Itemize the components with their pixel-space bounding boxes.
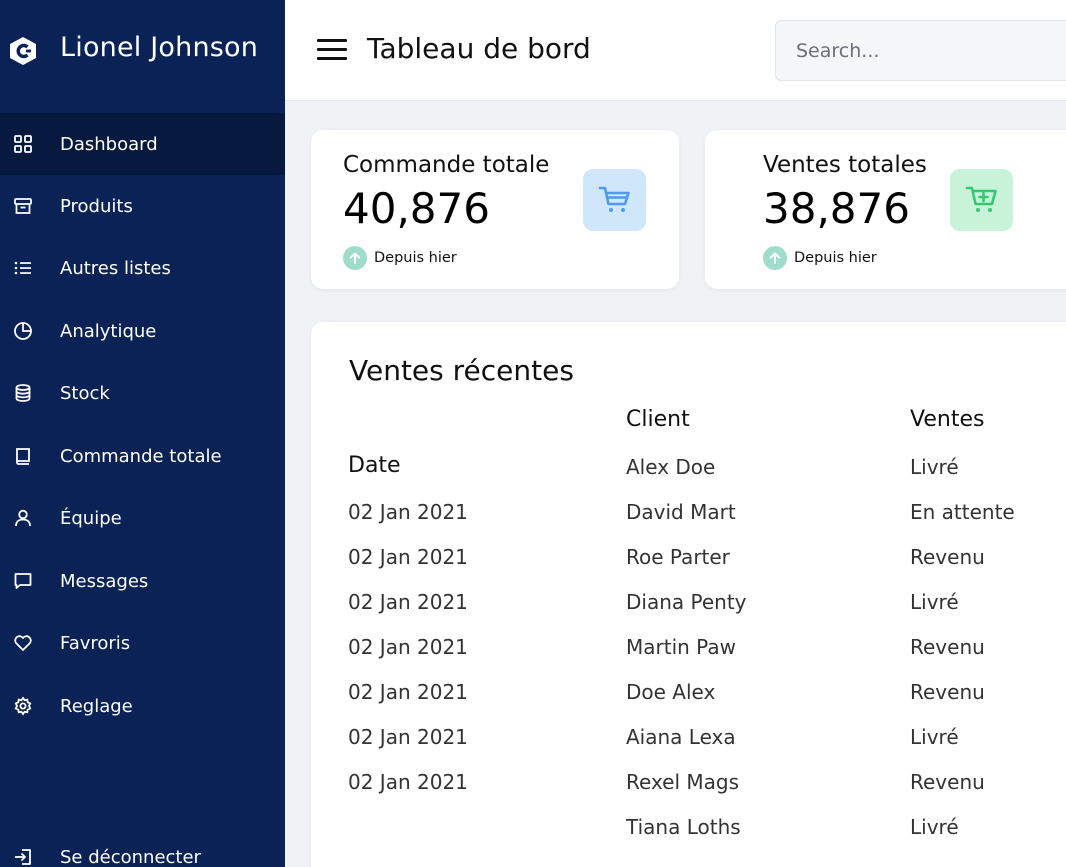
- cart-icon: [583, 169, 646, 231]
- status-cell: En attente: [910, 500, 1015, 524]
- arrow-up-icon: [343, 246, 367, 270]
- book-icon: [12, 445, 34, 467]
- date-cell: 02 Jan 2021: [348, 500, 468, 524]
- sidebar-item-autres-listes[interactable]: Autres listes: [0, 237, 285, 299]
- sidebar-item-produits[interactable]: Produits: [0, 175, 285, 237]
- heart-icon: [12, 632, 34, 654]
- arrow-up-icon: [763, 246, 787, 270]
- logout-label: Se déconnecter: [60, 846, 201, 867]
- status-cell: Livré: [910, 455, 959, 479]
- stat-trend-label: Depuis hier: [794, 250, 877, 266]
- sidebar-item-label: Dashboard: [60, 133, 158, 155]
- recent-sales-card: Ventes récentes Date Client Ventes 02 Ja…: [311, 322, 1066, 867]
- sidebar-item-label: Autres listes: [60, 257, 171, 279]
- recent-sales-title: Ventes récentes: [349, 354, 574, 387]
- client-cell: Doe Alex: [626, 680, 716, 704]
- menu-toggle-icon[interactable]: [317, 37, 349, 63]
- pie-chart-icon: [12, 320, 34, 342]
- top-header: Tableau de bord: [285, 0, 1066, 101]
- status-cell: Revenu: [910, 545, 985, 569]
- sidebar-item-commande-totale[interactable]: Commande totale: [0, 425, 285, 487]
- brand[interactable]: Lionel Johnson: [0, 0, 285, 100]
- cart-plus-icon: [950, 169, 1013, 231]
- column-header-date: Date: [348, 453, 401, 478]
- date-cell: 02 Jan 2021: [348, 770, 468, 794]
- message-icon: [12, 570, 34, 592]
- page-title: Tableau de bord: [367, 32, 591, 65]
- sidebar-item-equipe[interactable]: Équipe: [0, 487, 285, 549]
- search-input[interactable]: [775, 20, 1066, 81]
- client-cell: Alex Doe: [626, 455, 716, 479]
- sidebar-item-label: Reglage: [60, 695, 133, 717]
- sidebar-item-stock[interactable]: Stock: [0, 362, 285, 424]
- archive-box-icon: [12, 195, 34, 217]
- gear-icon: [12, 695, 34, 717]
- list-icon: [12, 257, 34, 279]
- sidebar-item-label: Produits: [60, 195, 133, 217]
- date-cell: 02 Jan 2021: [348, 545, 468, 569]
- sidebar-item-label: Équipe: [60, 507, 122, 529]
- status-cell: Revenu: [910, 635, 985, 659]
- status-cell: Revenu: [910, 680, 985, 704]
- column-header-sales: Ventes: [910, 407, 985, 432]
- client-cell: Aiana Lexa: [626, 725, 736, 749]
- client-cell: Martin Paw: [626, 635, 736, 659]
- client-cell: David Mart: [626, 500, 736, 524]
- database-icon: [12, 382, 34, 404]
- sidebar-item-label: Analytique: [60, 320, 157, 342]
- brand-name: Lionel Johnson: [60, 32, 259, 63]
- date-cell: 02 Jan 2021: [348, 635, 468, 659]
- stat-title: Commande totale: [343, 152, 550, 178]
- client-cell: Diana Penty: [626, 590, 747, 614]
- client-cell: Tiana Loths: [626, 815, 741, 839]
- stat-trend: Depuis hier: [763, 246, 877, 270]
- brand-logo-icon: [10, 37, 36, 65]
- status-cell: Livré: [910, 590, 959, 614]
- sidebar-item-favroris[interactable]: Favroris: [0, 612, 285, 674]
- client-cell: Rexel Mags: [626, 770, 740, 794]
- sidebar-item-label: Favroris: [60, 632, 131, 654]
- dashboard-grid-icon: [12, 133, 34, 155]
- status-cell: Revenu: [910, 770, 985, 794]
- sidebar-item-messages[interactable]: Messages: [0, 550, 285, 612]
- stat-title: Ventes totales: [763, 152, 927, 178]
- status-cell: Livré: [910, 815, 959, 839]
- sidebar-item-analytique[interactable]: Analytique: [0, 300, 285, 362]
- stat-value: 40,876: [343, 184, 490, 233]
- logout-icon: [12, 846, 34, 867]
- stat-trend: Depuis hier: [343, 246, 457, 270]
- client-cell: Roe Parter: [626, 545, 730, 569]
- sidebar-item-label: Stock: [60, 382, 110, 404]
- logout-button[interactable]: Se déconnecter: [0, 826, 285, 867]
- stat-value: 38,876: [763, 184, 910, 233]
- stat-card-total-orders: Commande totale 40,876 Depuis hier: [311, 130, 679, 289]
- status-cell: Livré: [910, 725, 959, 749]
- user-icon: [12, 507, 34, 529]
- date-cell: 02 Jan 2021: [348, 725, 468, 749]
- sidebar-item-reglage[interactable]: Reglage: [0, 675, 285, 737]
- stat-card-total-sales: Ventes totales 38,876 Depuis hier: [705, 130, 1066, 289]
- sidebar-item-label: Commande totale: [60, 445, 222, 467]
- date-cell: 02 Jan 2021: [348, 590, 468, 614]
- stat-trend-label: Depuis hier: [374, 250, 457, 266]
- sidebar: Lionel Johnson Dashboard Produits Autres…: [0, 0, 285, 867]
- date-cell: 02 Jan 2021: [348, 680, 468, 704]
- column-header-client: Client: [626, 407, 690, 432]
- sidebar-item-label: Messages: [60, 570, 149, 592]
- sidebar-item-dashboard[interactable]: Dashboard: [0, 113, 285, 175]
